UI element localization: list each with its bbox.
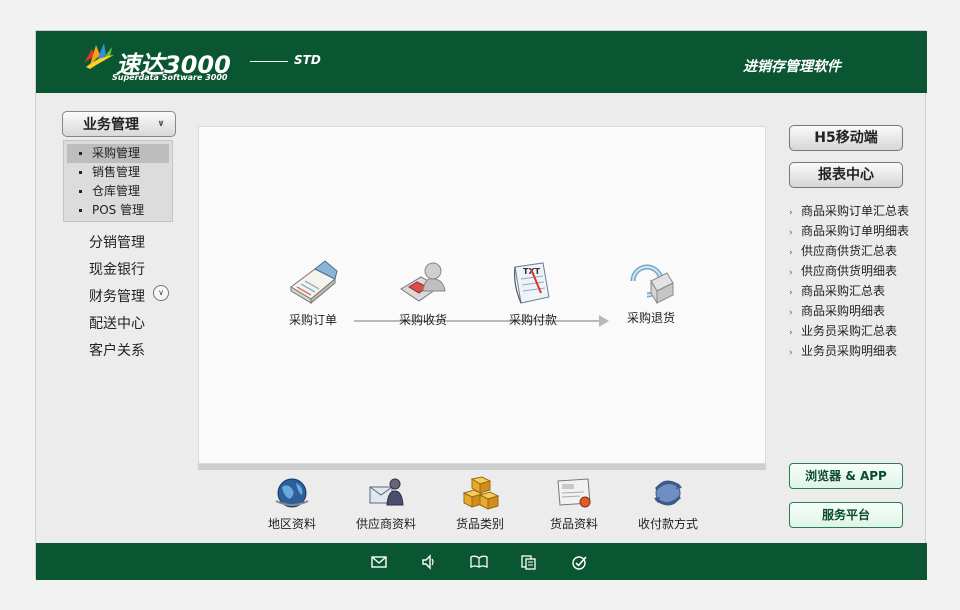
brand-edition: STD [294, 53, 321, 67]
report-label: 商品采购明细表 [801, 304, 886, 318]
nav-item-delivery-center[interactable]: 配送中心 [89, 313, 145, 333]
submenu-label: POS 管理 [92, 203, 145, 217]
report-label: 供应商供货明细表 [801, 264, 898, 278]
bullet-icon [79, 152, 82, 155]
product-card-icon [557, 478, 591, 508]
shortcut-supplier-data[interactable]: 供应商资料 [346, 471, 426, 532]
submenu-panel: 采购管理 销售管理 仓库管理 POS 管理 [63, 140, 173, 222]
report-label: 商品采购订单明细表 [801, 224, 910, 238]
report-link[interactable]: › 商品采购汇总表 [789, 281, 925, 301]
report-link[interactable]: › 供应商供货明细表 [789, 261, 925, 281]
report-label: 商品采购汇总表 [801, 284, 886, 298]
return-cycle-icon [630, 264, 674, 305]
arrow-right-icon: › [789, 328, 793, 338]
shortcut-bar: 地区资料 供应商资料 货品类别 货品资料 收付款方式 [198, 471, 766, 543]
report-label: 业务员采购汇总表 [801, 324, 898, 338]
report-link[interactable]: › 业务员采购明细表 [789, 341, 925, 361]
globe-icon [275, 478, 309, 508]
arrow-right-icon: › [789, 208, 793, 218]
report-label: 供应商供货汇总表 [801, 244, 898, 258]
submenu-item-pos[interactable]: POS 管理 [67, 201, 169, 220]
arrow-right-icon: › [789, 228, 793, 238]
submenu-item-warehouse[interactable]: 仓库管理 [67, 182, 169, 201]
nav-item-customer-relations[interactable]: 客户关系 [89, 340, 145, 360]
business-management-button[interactable]: 业务管理 ∨ [62, 111, 176, 137]
flow-node-purchase-receipt[interactable]: 采购收货 [378, 257, 468, 328]
panel-divider [198, 464, 766, 470]
shortcut-label: 货品类别 [455, 517, 504, 531]
shortcut-payment-method[interactable]: 收付款方式 [628, 471, 708, 532]
bullet-icon [79, 190, 82, 193]
mail-icon[interactable] [370, 553, 388, 571]
brand-divider [250, 61, 288, 62]
shortcut-product-category[interactable]: 货品类别 [440, 471, 520, 532]
report-label: 业务员采购明细表 [801, 344, 898, 358]
double-chevron-down-icon: ∨ [157, 119, 165, 129]
brand-logo: 速达3000 STD Superdata Software 3000 [82, 39, 332, 87]
flow-label: 采购订单 [288, 313, 337, 327]
flow-label: 采购退货 [626, 311, 675, 325]
report-link[interactable]: › 商品采购订单汇总表 [789, 201, 925, 221]
shortcut-region-data[interactable]: 地区资料 [252, 471, 332, 532]
arrow-right-icon: › [789, 268, 793, 278]
flow-node-purchase-payment[interactable]: TXT 采购付款 [488, 257, 578, 328]
report-list: › 商品采购订单汇总表 › 商品采购订单明细表 › 供应商供货汇总表 › 供应商供货明细… [789, 201, 925, 361]
shortcut-label: 收付款方式 [637, 517, 698, 531]
app-slogan: 进销存管理软件 [743, 59, 841, 75]
left-sidebar: 业务管理 ∨ 采购管理 销售管理 仓库管理 POS 管理 分销管理 现金银行 财… [36, 93, 196, 543]
report-link[interactable]: › 商品采购订单明细表 [789, 221, 925, 241]
app-window: 速达3000 STD Superdata Software 3000 进销存管理… [35, 30, 927, 580]
payment-method-icon [654, 480, 682, 506]
arrow-right-icon: › [789, 348, 793, 358]
report-label: 商品采购订单汇总表 [801, 204, 910, 218]
nav-item-finance[interactable]: 财务管理 [89, 286, 145, 306]
flow-label: 采购收货 [398, 313, 447, 327]
book-icon[interactable] [470, 553, 488, 571]
flow-node-purchase-return[interactable]: 采购退货 [606, 257, 696, 326]
nav-item-distribution[interactable]: 分销管理 [89, 232, 145, 252]
arrow-right-icon: › [789, 288, 793, 298]
report-link[interactable]: › 商品采购明细表 [789, 301, 925, 321]
footer-bar [36, 543, 927, 580]
open-book-icon [290, 260, 338, 305]
right-panel: H5移动端 报表中心 › 商品采购订单汇总表 › 商品采购订单明细表 › 供应商供货汇… [778, 93, 927, 543]
check-circle-icon[interactable] [570, 553, 588, 571]
shortcut-label: 货品资料 [549, 517, 598, 531]
report-center-button[interactable]: 报表中心 [789, 162, 903, 188]
service-platform-button[interactable]: 服务平台 [789, 502, 903, 528]
arrow-right-icon: › [789, 248, 793, 258]
receive-goods-icon [400, 262, 446, 302]
bullet-icon [79, 171, 82, 174]
nav-item-cash-bank[interactable]: 现金银行 [89, 259, 145, 279]
submenu-item-purchase[interactable]: 采购管理 [67, 144, 169, 163]
brand-subtitle: Superdata Software 3000 [112, 73, 228, 82]
supplier-icon [369, 478, 404, 506]
shortcut-label: 供应商资料 [355, 517, 416, 531]
submenu-label: 销售管理 [92, 165, 141, 179]
submenu-label: 采购管理 [92, 146, 141, 160]
flow-node-purchase-order[interactable]: 采购订单 [268, 257, 358, 328]
submenu-item-sales[interactable]: 销售管理 [67, 163, 169, 182]
bullet-icon [79, 209, 82, 212]
speaker-icon[interactable] [420, 553, 438, 571]
header-bar: 速达3000 STD Superdata Software 3000 进销存管理… [36, 31, 927, 93]
flow-label: 采购付款 [508, 313, 557, 327]
txt-document-icon: TXT [514, 262, 550, 304]
submenu-label: 仓库管理 [92, 184, 141, 198]
shortcut-product-data[interactable]: 货品资料 [534, 471, 614, 532]
arrow-right-icon: › [789, 308, 793, 318]
logo-mark-icon [84, 43, 114, 69]
report-link[interactable]: › 供应商供货汇总表 [789, 241, 925, 261]
report-link[interactable]: › 业务员采购汇总表 [789, 321, 925, 341]
documents-icon[interactable] [520, 553, 538, 571]
boxes-icon [462, 476, 500, 510]
shortcut-label: 地区资料 [267, 517, 316, 531]
browser-app-button[interactable]: 浏览器 & APP [789, 463, 903, 489]
circle-chevron-down-icon[interactable]: ∨ [153, 285, 169, 301]
h5-mobile-button[interactable]: H5移动端 [789, 125, 903, 151]
group-label: 业务管理 [83, 117, 139, 133]
